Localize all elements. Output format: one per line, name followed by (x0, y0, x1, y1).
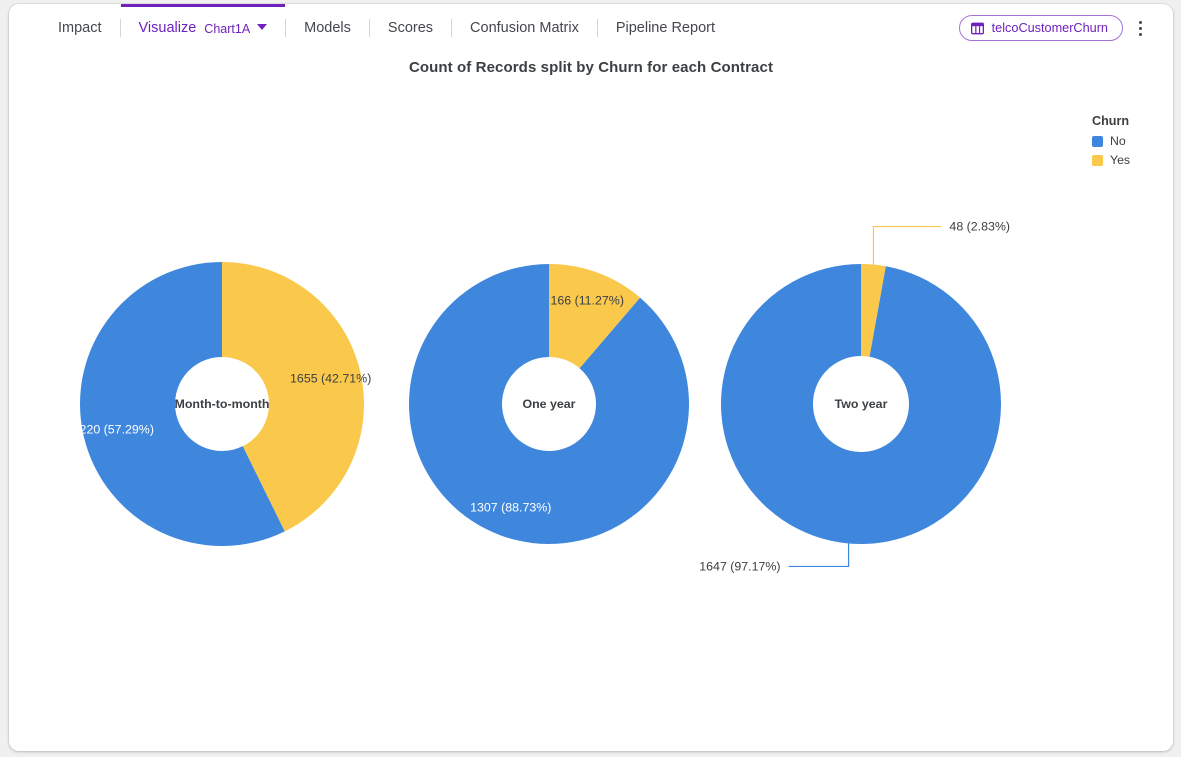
kebab-dot (1138, 32, 1142, 36)
donut-center-label: Month-to-month (175, 397, 270, 411)
tab-impact[interactable]: Impact (40, 4, 120, 52)
slice-label-yes: 166 (11.27%) (550, 294, 623, 308)
kebab-dot (1138, 20, 1142, 24)
slice-label-yes: 48 (2.83%) (949, 220, 1010, 234)
donut-charts-svg: Month-to-month 1655 (42.71%) 2220 (57.29%)… (73, 220, 1010, 574)
leader-line-no (788, 543, 850, 568)
tab-pipeline-report[interactable]: Pipeline Report (598, 4, 733, 52)
tab-scores[interactable]: Scores (370, 4, 451, 52)
dataset-name-label: telcoCustomerChurn (991, 21, 1108, 35)
tab-confusion-matrix[interactable]: Confusion Matrix (452, 4, 597, 52)
kebab-menu-icon[interactable] (1129, 15, 1151, 41)
table-icon (970, 22, 984, 35)
slice-label-yes: 1655 (42.71%) (290, 372, 371, 386)
tab-impact-label: Impact (58, 20, 102, 36)
active-tab-underline (120, 4, 286, 7)
leader-line-yes (872, 225, 942, 265)
tab-bar: Impact Visualize Chart1A Models Scores C… (9, 4, 1173, 52)
dataset-pill[interactable]: telcoCustomerChurn (958, 15, 1123, 41)
tab-confusion-matrix-label: Confusion Matrix (470, 20, 579, 36)
tab-list: Impact Visualize Chart1A Models Scores C… (9, 4, 733, 52)
donut-center-label: Two year (835, 397, 888, 411)
donut-1: Month-to-month 1655 (42.71%) 2220 (57.29%) (73, 262, 371, 546)
kebab-dot (1138, 26, 1142, 30)
header-actions: telcoCustomerChurn (958, 15, 1173, 41)
tab-visualize[interactable]: Visualize Chart1A (120, 4, 286, 52)
tab-models[interactable]: Models (286, 4, 369, 52)
slice-label-no: 2220 (57.29%) (73, 422, 154, 436)
donut-2: One year 166 (11.27%) 1307 (88.73%) (409, 264, 689, 544)
tab-scores-label: Scores (387, 20, 434, 36)
donut-chart-group: Month-to-month 1655 (42.71%) 2220 (57.29%)… (9, 94, 1173, 654)
tab-pipeline-report-label: Pipeline Report (615, 20, 715, 36)
slice-label-no: 1647 (97.17%) (699, 559, 780, 573)
slice-label-no: 1307 (88.73%) (470, 500, 551, 514)
donut-center-label: One year (522, 397, 575, 411)
chart-title: Count of Records split by Churn for each… (408, 59, 774, 76)
chevron-down-icon[interactable] (257, 24, 268, 30)
tab-visualize-label: Visualize (138, 20, 197, 36)
chart-name-label: Chart1A (204, 22, 251, 36)
donut-3: Two year 48 (2.83%) 1647 (97.17%) (699, 220, 1010, 574)
tab-models-label: Models (304, 20, 351, 36)
chart-card: Impact Visualize Chart1A Models Scores C… (9, 4, 1173, 751)
